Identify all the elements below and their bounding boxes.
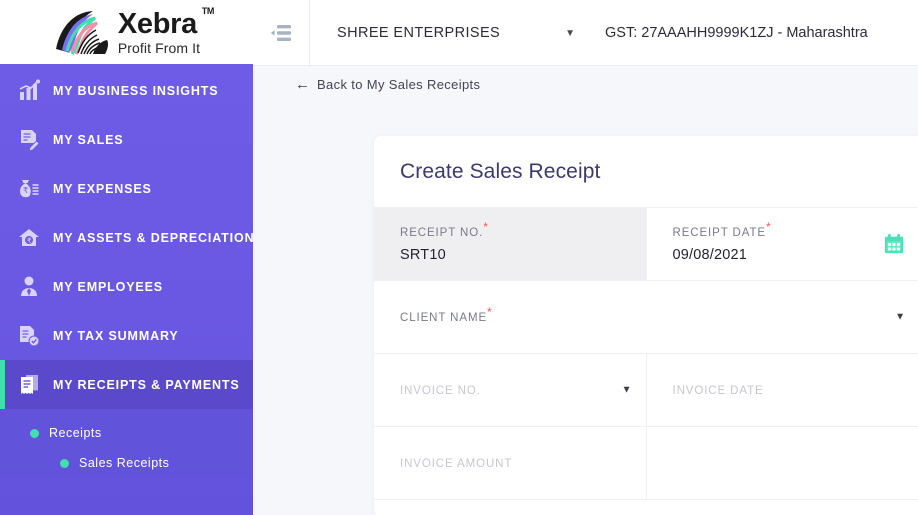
chevron-down-icon[interactable]: ▼ xyxy=(622,385,632,396)
receipt-no-value: SRT10 xyxy=(400,247,446,263)
invoice-amount-field[interactable]: INVOICE AMOUNT xyxy=(374,427,647,499)
sidebar-subitem-label: Receipts xyxy=(49,426,102,440)
form-row-client: CLIENT NAME* ▼ xyxy=(374,281,918,354)
required-asterisk: * xyxy=(765,220,772,235)
home-rupee-icon: ₹ xyxy=(14,223,44,253)
receipt-no-field[interactable]: RECEIPT NO.* SRT10 xyxy=(374,208,647,280)
sidebar-item-business-insights[interactable]: MY BUSINESS INSIGHTS xyxy=(0,66,253,115)
create-sales-receipt-card: Create Sales Receipt RECEIPT NO.* SRT10 … xyxy=(374,136,918,515)
chevron-down-icon[interactable]: ▼ xyxy=(895,312,905,323)
client-name-field[interactable]: CLIENT NAME* ▼ xyxy=(374,281,918,353)
sidebar: MY BUSINESS INSIGHTS MY SALES ₹ MY EXPEN… xyxy=(0,66,253,515)
receipt-date-value: 09/08/2021 xyxy=(672,247,748,263)
sidebar-item-label: MY BUSINESS INSIGHTS xyxy=(53,83,219,98)
receipt-date-label: RECEIPT DATE* xyxy=(672,220,772,239)
invoice-date-field[interactable]: INVOICE DATE xyxy=(647,354,918,426)
invoice-amount-label: INVOICE AMOUNT xyxy=(400,458,513,470)
user-tie-icon xyxy=(14,272,44,302)
collapse-menu-icon xyxy=(270,25,291,41)
sidebar-item-label: MY ASSETS & DEPRECIATION xyxy=(53,230,253,245)
page-title: Create Sales Receipt xyxy=(400,159,601,183)
bullet-dot-icon xyxy=(60,458,69,468)
svg-text:₹: ₹ xyxy=(23,186,28,195)
company-name: SHREE ENTERPRISES xyxy=(337,25,501,41)
required-asterisk: * xyxy=(483,220,489,235)
form-row-receipt: RECEIPT NO.* SRT10 RECEIPT DATE* 09/08/2… xyxy=(374,208,918,281)
tax-document-icon xyxy=(14,321,44,351)
sidebar-item-receipts-payments[interactable]: MY RECEIPTS & PAYMENTS xyxy=(0,360,253,409)
invoice-no-field[interactable]: INVOICE NO. ▼ xyxy=(374,354,647,426)
sidebar-item-my-expenses[interactable]: ₹ MY EXPENSES xyxy=(0,164,253,213)
money-bag-icon: ₹ xyxy=(14,174,44,204)
logo-panel: Xebra TM Profit From It xyxy=(0,0,253,66)
brand-tagline: Profit From It xyxy=(117,39,201,56)
invoice-date-label: INVOICE DATE xyxy=(672,385,764,397)
sidebar-subitem-receipts[interactable]: Receipts xyxy=(0,418,253,448)
brand-logo[interactable]: Xebra TM Profit From It xyxy=(53,6,215,56)
company-selector[interactable]: SHREE ENTERPRISES ▼ xyxy=(337,25,587,41)
sidebar-item-label: MY TAX SUMMARY xyxy=(53,328,179,343)
bar-chart-icon xyxy=(14,76,44,106)
gst-number: GST: 27AAAHH9999K1ZJ - Maharashtra xyxy=(605,25,868,41)
chevron-down-icon: ▼ xyxy=(565,27,575,39)
receipt-date-field[interactable]: RECEIPT DATE* 09/08/2021 xyxy=(647,208,918,280)
submenu-spacer xyxy=(0,409,253,418)
back-to-sales-receipts-link[interactable]: ← Back to My Sales Receipts xyxy=(295,77,480,92)
svg-text:₹: ₹ xyxy=(27,237,32,245)
client-name-label: CLIENT NAME* xyxy=(400,305,493,324)
required-asterisk: * xyxy=(487,305,493,320)
sidebar-item-label: MY EMPLOYEES xyxy=(53,279,163,294)
receipt-no-label: RECEIPT NO.* xyxy=(400,220,489,239)
zebra-head-icon xyxy=(55,11,108,55)
content-area: ← Back to My Sales Receipts Create Sales… xyxy=(253,66,918,515)
brand-text: Xebra TM Profit From It xyxy=(117,6,215,56)
back-link-label: Back to My Sales Receipts xyxy=(317,77,481,92)
sidebar-submenu: Receipts Sales Receipts xyxy=(0,409,253,478)
invoice-amount-spacer xyxy=(647,427,918,499)
invoice-no-label: INVOICE NO. xyxy=(400,385,481,397)
bullet-dot-icon xyxy=(30,428,39,438)
brand-name-wrap: Xebra TM xyxy=(117,6,215,40)
arrow-left-icon: ← xyxy=(295,76,310,93)
receipt-stack-icon xyxy=(14,370,44,400)
collapse-sidebar-button[interactable] xyxy=(253,0,310,66)
sidebar-item-tax-summary[interactable]: MY TAX SUMMARY xyxy=(0,311,253,360)
sidebar-item-label: MY EXPENSES xyxy=(53,181,152,196)
sidebar-subitem-label: Sales Receipts xyxy=(79,456,170,470)
sidebar-item-label: MY RECEIPTS & PAYMENTS xyxy=(53,377,240,392)
form-row-amount: INVOICE AMOUNT xyxy=(374,427,918,500)
card-header: Create Sales Receipt xyxy=(374,136,918,208)
calendar-icon[interactable] xyxy=(883,233,905,255)
sidebar-item-my-sales[interactable]: MY SALES xyxy=(0,115,253,164)
trademark-mark: TM xyxy=(201,5,215,16)
sidebar-item-assets-depreciation[interactable]: ₹ MY ASSETS & DEPRECIATION xyxy=(0,213,253,262)
app-root: Xebra TM Profit From It MY BUSINESS INSIG… xyxy=(0,0,918,515)
sidebar-item-my-employees[interactable]: MY EMPLOYEES xyxy=(0,262,253,311)
invoice-edit-icon xyxy=(14,125,44,155)
form-row-invoice: INVOICE NO. ▼ INVOICE DATE xyxy=(374,354,918,427)
sidebar-subitem-sales-receipts[interactable]: Sales Receipts xyxy=(0,448,253,478)
brand-name: Xebra xyxy=(117,7,197,40)
sidebar-item-label: MY SALES xyxy=(53,132,124,147)
top-header: SHREE ENTERPRISES ▼ GST: 27AAAHH9999K1ZJ… xyxy=(253,0,918,66)
